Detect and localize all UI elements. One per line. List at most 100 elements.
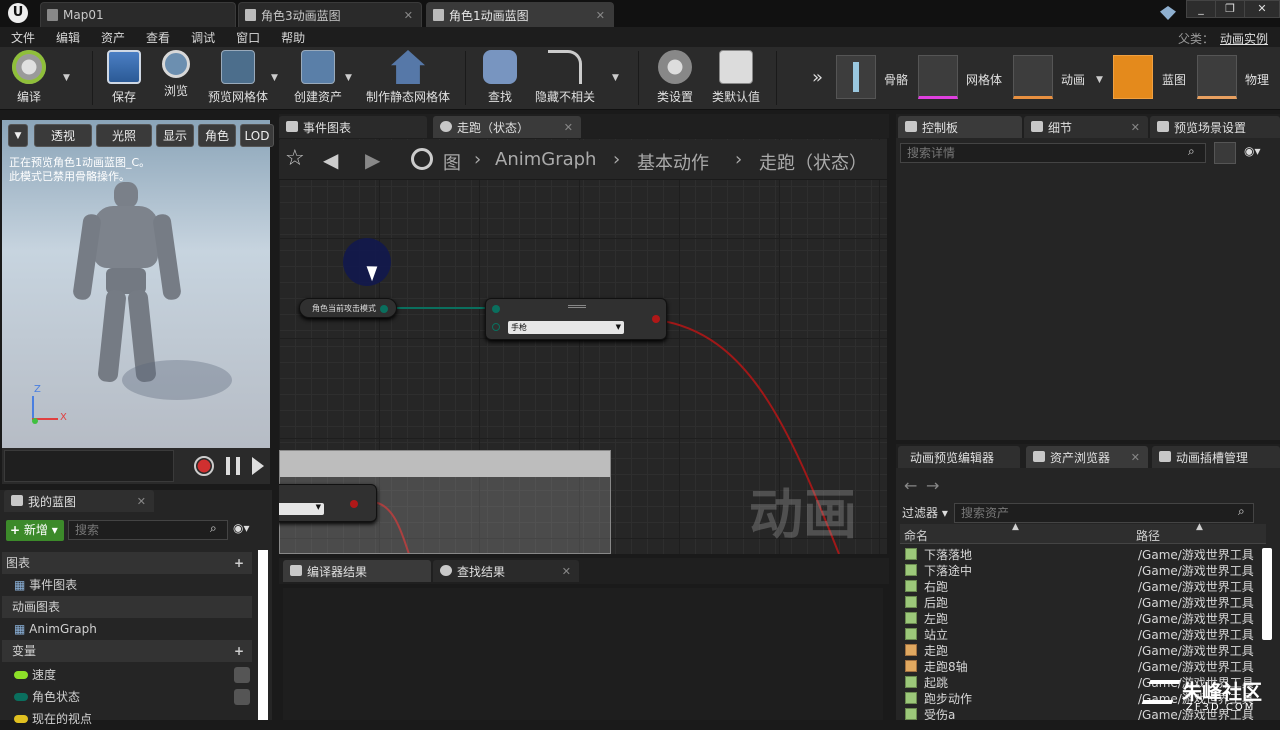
mode-physics-button[interactable] — [1197, 55, 1237, 99]
tab-event-graph[interactable]: 事件图表 — [279, 116, 427, 138]
tab-anim-preview-editor[interactable]: 动画预览编辑器 — [898, 446, 1020, 468]
asset-search-input[interactable]: 搜索资产 — [954, 503, 1254, 523]
tab-char3-anim-bp[interactable]: 角色3动画蓝图 ✕ — [238, 2, 422, 27]
create-asset-button[interactable]: 创建资产 — [290, 50, 346, 108]
breadcrumb-item[interactable]: 走跑（状态） — [759, 149, 867, 175]
lod-button[interactable]: LOD — [240, 124, 274, 147]
enum-dropdown[interactable]: ▼ — [279, 503, 324, 515]
tab-my-blueprint[interactable]: 我的蓝图 ✕ — [4, 490, 154, 512]
list-item[interactable]: 走跑/Game/游戏世界工具 — [905, 642, 1265, 658]
column-path[interactable]: 路径 — [1136, 527, 1160, 544]
view-options-icon[interactable] — [1214, 142, 1236, 164]
create-asset-dropdown-icon[interactable]: ▼ — [345, 73, 352, 83]
mode-mesh-button[interactable] — [918, 55, 958, 99]
timeline-field[interactable] — [4, 450, 174, 482]
close-icon[interactable]: ✕ — [137, 495, 146, 508]
pause-button[interactable] — [226, 457, 240, 475]
expand-modes-icon[interactable]: » — [812, 67, 823, 88]
tab-walk-run-state[interactable]: 走跑（状态） ✕ — [433, 116, 581, 138]
close-icon[interactable]: ✕ — [404, 9, 413, 22]
perspective-button[interactable]: 透视 — [34, 124, 92, 147]
list-item[interactable]: 下落途中/Game/游戏世界工具 — [905, 562, 1265, 578]
minimize-button[interactable]: _ — [1186, 0, 1216, 18]
menu-view[interactable]: 查看 — [135, 29, 180, 46]
unreal-logo-icon[interactable]: U — [8, 3, 28, 23]
blueprint-search-input[interactable]: 搜索 — [68, 520, 228, 540]
find-button[interactable]: 查找 — [480, 50, 520, 108]
preview-mesh-dropdown-icon[interactable]: ▼ — [271, 73, 278, 83]
add-graph-icon[interactable]: + — [234, 552, 244, 574]
menu-debug[interactable]: 调试 — [180, 29, 225, 46]
back-arrow-icon[interactable]: ◀ — [323, 148, 338, 172]
add-new-button[interactable]: + 新增 ▾ — [6, 520, 64, 541]
add-variable-icon[interactable]: + — [234, 640, 244, 662]
parent-class-value[interactable]: 动画实例 — [1220, 30, 1268, 47]
menu-edit[interactable]: 编辑 — [45, 29, 90, 46]
enum-dropdown[interactable]: 手枪 ▼ — [508, 321, 624, 334]
compile-button[interactable]: 编译 — [6, 50, 52, 108]
input-pin[interactable] — [492, 323, 500, 331]
variable-item[interactable]: 角色状态 — [2, 686, 252, 708]
list-item[interactable]: 后跑/Game/游戏世界工具 — [905, 594, 1265, 610]
column-name[interactable]: 命名 — [904, 527, 928, 544]
animation-dropdown-icon[interactable]: ▼ — [1096, 75, 1103, 85]
list-item[interactable]: 站立/Game/游戏世界工具 — [905, 626, 1265, 642]
source-control-icon[interactable] — [1160, 6, 1176, 20]
make-static-mesh-button[interactable]: 制作静态网格体 — [362, 50, 454, 108]
show-button[interactable]: 显示 — [156, 124, 194, 147]
close-icon[interactable]: ✕ — [1131, 121, 1140, 134]
pose-output-pin[interactable] — [350, 500, 358, 508]
mode-animation-button[interactable] — [1013, 55, 1053, 99]
tab-map01[interactable]: Map01 — [40, 2, 236, 27]
preview-viewport[interactable]: ▼ 透视 光照 显示 角色 LOD 正在预览角色1动画蓝图_C。 此模式已禁用骨… — [2, 120, 274, 448]
anim-graph-canvas[interactable]: 角色当前攻击模式 手枪 ▼ ▼ 动画 — [279, 138, 887, 554]
mode-skeleton-button[interactable] — [836, 55, 876, 99]
class-defaults-button[interactable]: 类默认值 — [708, 50, 764, 108]
maximize-button[interactable]: ❐ — [1215, 0, 1245, 18]
section-variables[interactable]: 变量 + — [2, 640, 252, 662]
preview-mesh-button[interactable]: 预览网格体 — [206, 50, 270, 108]
hide-unrelated-dropdown-icon[interactable]: ▼ — [612, 73, 619, 83]
menu-asset[interactable]: 资产 — [90, 29, 135, 46]
class-settings-button[interactable]: 类设置 — [652, 50, 698, 108]
event-graph-item[interactable]: ▦ 事件图表 — [2, 574, 252, 596]
menu-window[interactable]: 窗口 — [225, 29, 270, 46]
forward-arrow-icon[interactable]: ▶ — [365, 148, 380, 172]
section-graphs[interactable]: 图表 + — [2, 552, 252, 574]
favorite-star-icon[interactable]: ☆ — [285, 146, 305, 171]
tab-compiler-results[interactable]: 编译器结果 — [283, 560, 431, 582]
breadcrumb-item[interactable]: AnimGraph — [495, 149, 596, 170]
filter-button[interactable]: 过滤器 ▾ — [902, 504, 948, 521]
list-item[interactable]: 下落落地/Game/游戏世界工具 — [905, 546, 1265, 562]
tab-find-results[interactable]: 查找结果 ✕ — [433, 560, 579, 582]
details-search-input[interactable]: 搜索详情 — [900, 143, 1206, 163]
variable-item[interactable]: 速度 — [2, 664, 252, 686]
menu-file[interactable]: 文件 — [0, 29, 45, 46]
select-pose-node[interactable]: 手枪 ▼ — [485, 298, 667, 340]
visibility-eye-icon[interactable]: ◉▾ — [233, 521, 250, 535]
pose-output-pin[interactable] — [652, 315, 660, 323]
tab-anim-slot-manager[interactable]: 动画插槽管理 — [1152, 446, 1280, 468]
menu-help[interactable]: 帮助 — [270, 29, 315, 46]
anim-graph-item[interactable]: ▦ AnimGraph — [2, 618, 252, 640]
scrollbar[interactable] — [258, 550, 268, 720]
enum-output-pin[interactable] — [380, 305, 388, 313]
play-button[interactable] — [252, 457, 264, 475]
lighting-button[interactable]: 光照 — [96, 124, 152, 147]
tab-details[interactable]: 细节 ✕ — [1024, 116, 1148, 138]
index-input-pin[interactable] — [492, 305, 500, 313]
hide-unrelated-button[interactable]: 隐藏不相关 — [532, 50, 598, 108]
browse-button[interactable]: 浏览 — [156, 50, 196, 108]
save-button[interactable]: 保存 — [104, 50, 144, 108]
breadcrumb-item[interactable]: 基本动作 — [637, 149, 709, 175]
list-item[interactable]: 左跑/Game/游戏世界工具 — [905, 610, 1265, 626]
close-icon[interactable]: ✕ — [562, 565, 571, 578]
record-button[interactable] — [194, 456, 214, 476]
list-item[interactable]: 走跑8轴/Game/游戏世界工具 — [905, 658, 1265, 674]
close-icon[interactable]: ✕ — [596, 9, 605, 22]
partial-node[interactable]: ▼ — [279, 484, 377, 522]
compile-dropdown-icon[interactable]: ▼ — [63, 73, 70, 83]
tab-asset-browser[interactable]: 资产浏览器 ✕ — [1026, 446, 1148, 468]
breadcrumb-item[interactable]: 图 — [443, 149, 461, 175]
close-icon[interactable]: ✕ — [1131, 451, 1140, 464]
